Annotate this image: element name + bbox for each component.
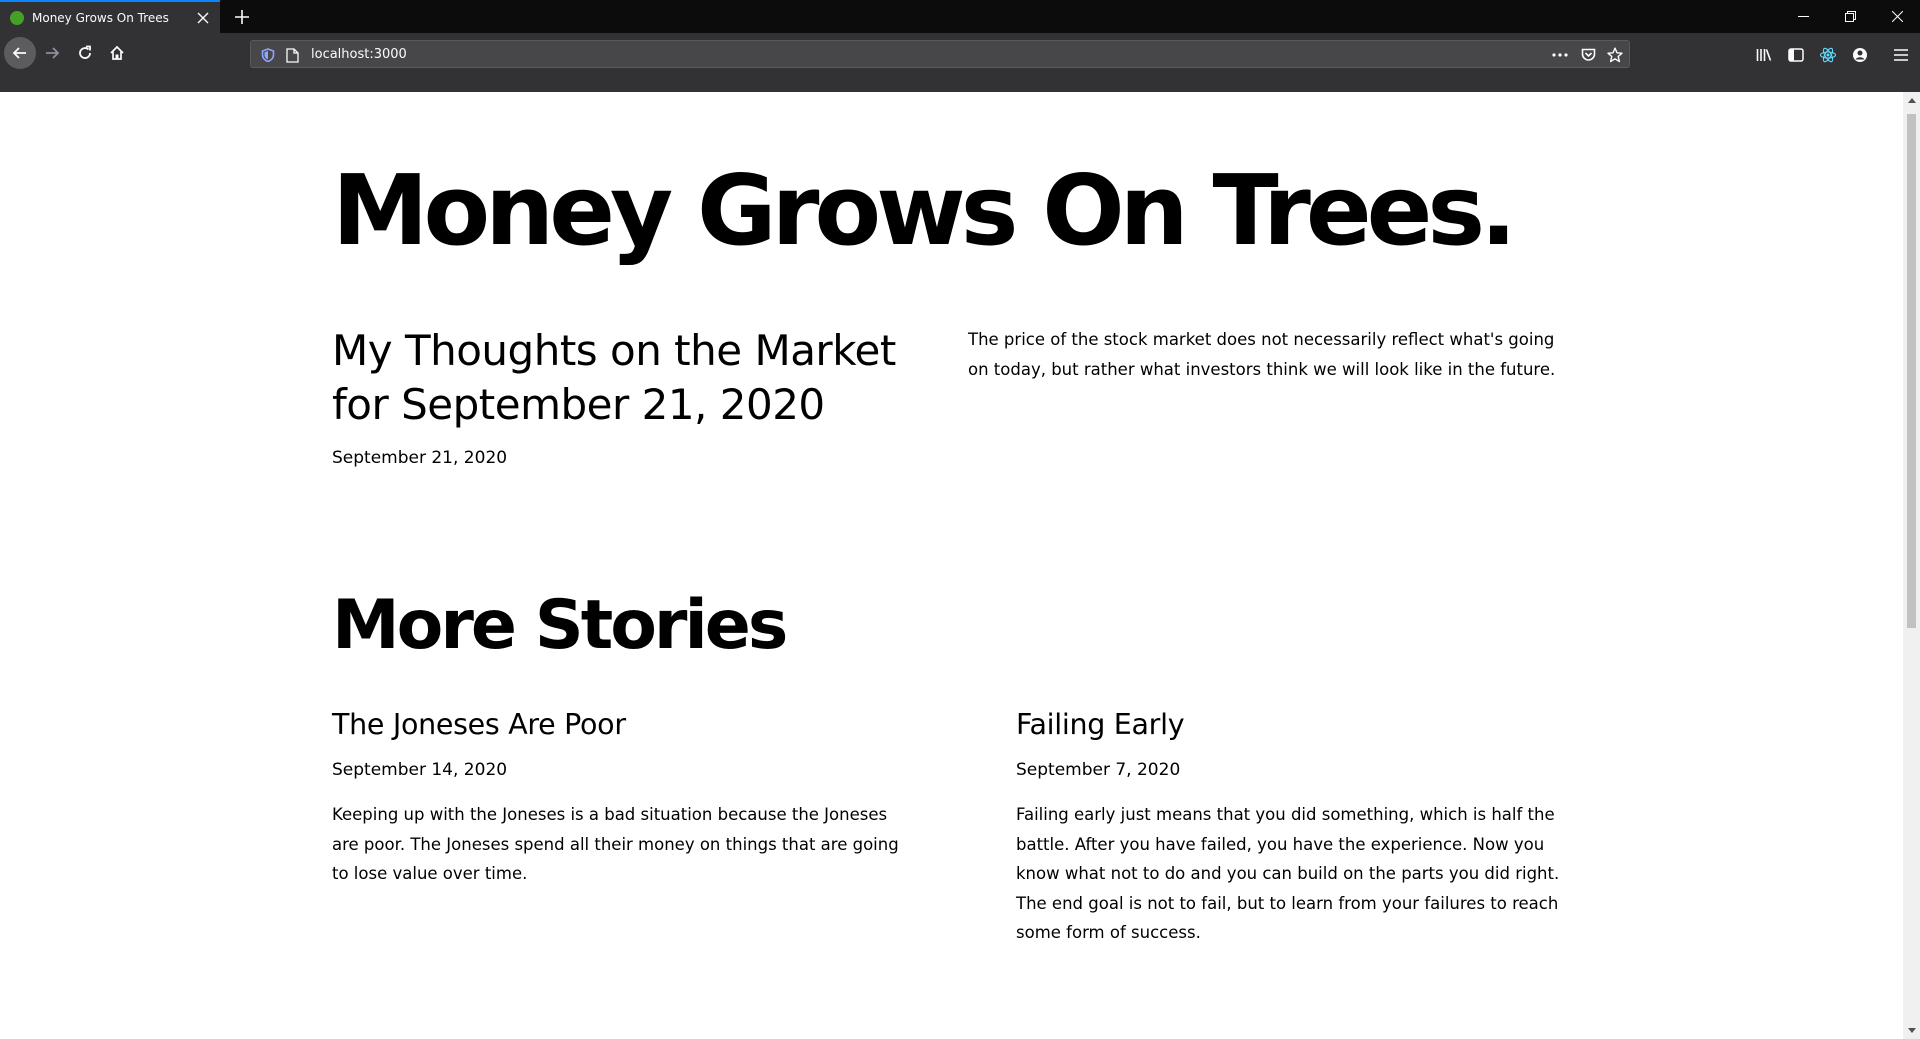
sidebar-icon[interactable] bbox=[1785, 44, 1807, 66]
scroll-up-icon[interactable] bbox=[1903, 92, 1920, 109]
navigation-toolbar: localhost:3000 bbox=[0, 33, 1920, 92]
address-bar[interactable]: localhost:3000 bbox=[250, 40, 1630, 68]
window-close-icon[interactable] bbox=[1874, 0, 1920, 33]
account-icon[interactable] bbox=[1849, 44, 1871, 66]
story-excerpt: Failing early just means that you did so… bbox=[1016, 805, 1560, 942]
page-icon[interactable] bbox=[283, 46, 301, 64]
tab-strip: Money Grows On Trees bbox=[0, 0, 1920, 33]
vertical-scrollbar[interactable] bbox=[1903, 92, 1920, 1039]
story-card: The Joneses Are Poor September 14, 2020 … bbox=[332, 707, 902, 889]
close-icon[interactable] bbox=[192, 7, 214, 29]
react-devtools-icon[interactable] bbox=[1817, 44, 1839, 66]
menu-icon[interactable] bbox=[1890, 44, 1912, 66]
site-title: Money Grows On Trees. bbox=[332, 154, 1517, 267]
scrollbar-thumb[interactable] bbox=[1907, 114, 1916, 628]
story-title[interactable]: The Joneses Are Poor bbox=[332, 707, 902, 743]
story-date: September 14, 2020 bbox=[332, 760, 508, 780]
story-card: Failing Early September 7, 2020 Failing … bbox=[1016, 707, 1586, 948]
hero-post-date: September 21, 2020 bbox=[332, 448, 508, 468]
story-title[interactable]: Failing Early bbox=[1016, 707, 1586, 743]
library-icon[interactable] bbox=[1753, 44, 1775, 66]
browser-tab[interactable]: Money Grows On Trees bbox=[0, 0, 220, 33]
hero-post-title[interactable]: My Thoughts on the Market for September … bbox=[332, 324, 912, 432]
reload-icon[interactable] bbox=[69, 37, 101, 69]
back-arrow-icon[interactable] bbox=[4, 37, 36, 69]
plus-icon[interactable] bbox=[230, 5, 254, 29]
pocket-icon[interactable] bbox=[1579, 46, 1597, 64]
star-icon[interactable] bbox=[1606, 46, 1624, 64]
tab-title: Money Grows On Trees bbox=[32, 10, 169, 25]
more-actions-icon[interactable] bbox=[1551, 46, 1569, 64]
forward-arrow-icon[interactable] bbox=[36, 37, 68, 69]
minimize-icon[interactable] bbox=[1780, 0, 1826, 33]
shield-icon[interactable] bbox=[259, 46, 277, 64]
favicon-icon bbox=[10, 10, 24, 25]
restore-icon[interactable] bbox=[1827, 0, 1873, 33]
story-date: September 7, 2020 bbox=[1016, 760, 1181, 780]
scroll-down-icon[interactable] bbox=[1903, 1022, 1920, 1039]
page-viewport: Money Grows On Trees. My Thoughts on the… bbox=[0, 92, 1903, 1039]
hero-post-excerpt: The price of the stock market does not n… bbox=[968, 330, 1556, 379]
more-stories-heading: More Stories bbox=[332, 586, 788, 665]
home-icon[interactable] bbox=[101, 37, 133, 69]
story-excerpt: Keeping up with the Joneses is a bad sit… bbox=[332, 805, 899, 883]
url-text[interactable]: localhost:3000 bbox=[311, 47, 407, 62]
